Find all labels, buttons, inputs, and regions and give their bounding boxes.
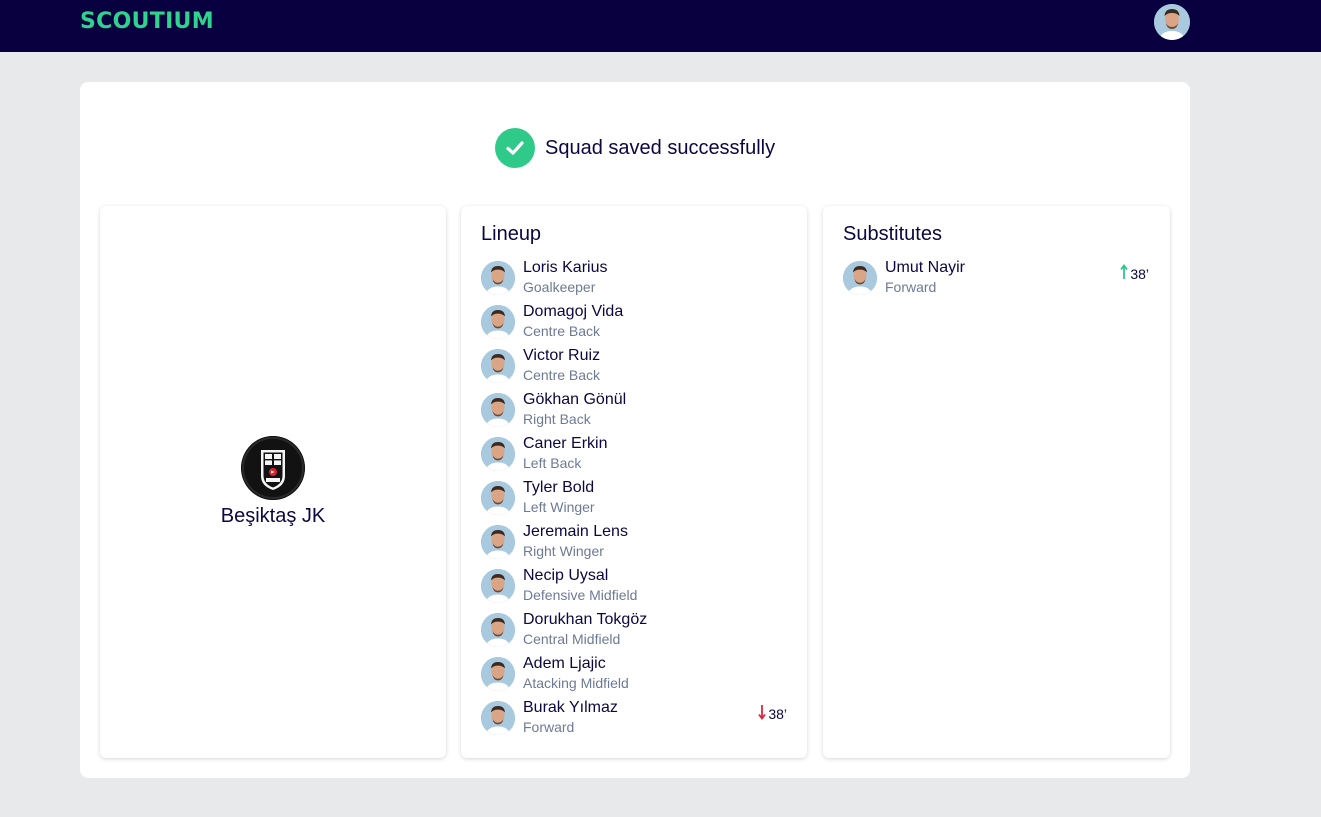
- player-position: Left Back: [523, 455, 582, 471]
- arrow-up-icon: [1120, 264, 1130, 283]
- player-row[interactable]: Necip Uysal Defensive Midfield: [481, 567, 787, 607]
- player-name: Caner Erkin: [523, 435, 608, 452]
- player-name: Domagoj Vida: [523, 303, 624, 320]
- player-position: Right Back: [523, 411, 591, 427]
- player-row[interactable]: Jeremain Lens Right Winger: [481, 523, 787, 563]
- player-row[interactable]: Tyler Bold Left Winger: [481, 479, 787, 519]
- player-avatar-icon: [481, 525, 515, 559]
- player-position: Defensive Midfield: [523, 587, 638, 603]
- player-avatar-icon: [481, 349, 515, 383]
- success-text: Squad saved successfully: [545, 136, 776, 159]
- player-name: Dorukhan Tokgöz: [523, 611, 648, 628]
- player-avatar-icon: [481, 305, 515, 339]
- player-row[interactable]: Gökhan Gönül Right Back: [481, 391, 787, 431]
- player-position: Central Midfield: [523, 631, 621, 647]
- team-name: Beşiktaş JK: [220, 505, 326, 527]
- top-bar: SCOUTIUM: [0, 0, 1321, 52]
- success-message: Squad saved successfully: [495, 128, 775, 168]
- substitution-in-marker: 38’: [1120, 264, 1149, 283]
- player-avatar-icon: [481, 701, 515, 735]
- player-avatar-icon: [481, 569, 515, 603]
- player-name: Burak Yılmaz: [523, 699, 618, 716]
- substitution-out-marker: 38’: [758, 704, 787, 723]
- player-name: Victor Ruiz: [523, 347, 601, 364]
- player-avatar-icon: [481, 261, 515, 295]
- player-name: Gökhan Gönül: [523, 391, 627, 408]
- arrow-down-icon: [758, 704, 768, 723]
- player-row[interactable]: Dorukhan Tokgöz Central Midfield: [481, 611, 787, 651]
- substitution-minute: 38’: [1130, 265, 1149, 282]
- player-avatar-icon: [481, 437, 515, 471]
- player-avatar-icon: [481, 393, 515, 427]
- player-row[interactable]: Caner Erkin Left Back: [481, 435, 787, 475]
- player-position: Centre Back: [523, 323, 601, 339]
- user-avatar-icon[interactable]: [1154, 4, 1190, 40]
- substitutes-card: Substitutes Umut Nayir Forward 38’: [823, 206, 1170, 758]
- player-row[interactable]: Umut Nayir Forward 38’: [843, 259, 1149, 299]
- player-row[interactable]: Loris Karius Goalkeeper: [481, 259, 787, 299]
- player-position: Atacking Midfield: [523, 675, 629, 691]
- check-icon: [495, 128, 535, 168]
- player-position: Forward: [885, 279, 937, 295]
- player-name: Umut Nayir: [885, 259, 966, 276]
- substitutes-title: Substitutes: [843, 223, 942, 245]
- player-row[interactable]: Adem Ljajic Atacking Midfield: [481, 655, 787, 695]
- player-row[interactable]: Burak Yılmaz Forward 38’: [481, 699, 787, 739]
- player-name: Necip Uysal: [523, 567, 609, 584]
- lineup-title: Lineup: [481, 223, 542, 245]
- player-position: Right Winger: [523, 543, 604, 559]
- player-name: Loris Karius: [523, 259, 608, 276]
- player-position: Goalkeeper: [523, 279, 596, 295]
- player-name: Tyler Bold: [523, 479, 595, 496]
- player-position: Left Winger: [523, 499, 595, 515]
- player-position: Forward: [523, 719, 575, 735]
- player-avatar-icon: [481, 613, 515, 647]
- player-position: Centre Back: [523, 367, 601, 383]
- player-avatar-icon: [843, 261, 877, 295]
- player-name: Jeremain Lens: [523, 523, 628, 540]
- scoutium-logo[interactable]: SCOUTIUM: [80, 9, 214, 34]
- team-card: Beşiktaş JK: [100, 206, 446, 758]
- substitution-minute: 38’: [768, 705, 787, 722]
- player-row[interactable]: Domagoj Vida Centre Back: [481, 303, 787, 343]
- besiktas-crest-icon: [241, 436, 305, 500]
- squad-panel: Squad saved successfully Beşiktaş JK Lin…: [80, 82, 1190, 778]
- player-name: Adem Ljajic: [523, 655, 606, 672]
- player-row[interactable]: Victor Ruiz Centre Back: [481, 347, 787, 387]
- player-avatar-icon: [481, 657, 515, 691]
- lineup-card: Lineup Loris Karius Goalkeeper Domagoj Vid…: [461, 206, 807, 758]
- player-avatar-icon: [481, 481, 515, 515]
